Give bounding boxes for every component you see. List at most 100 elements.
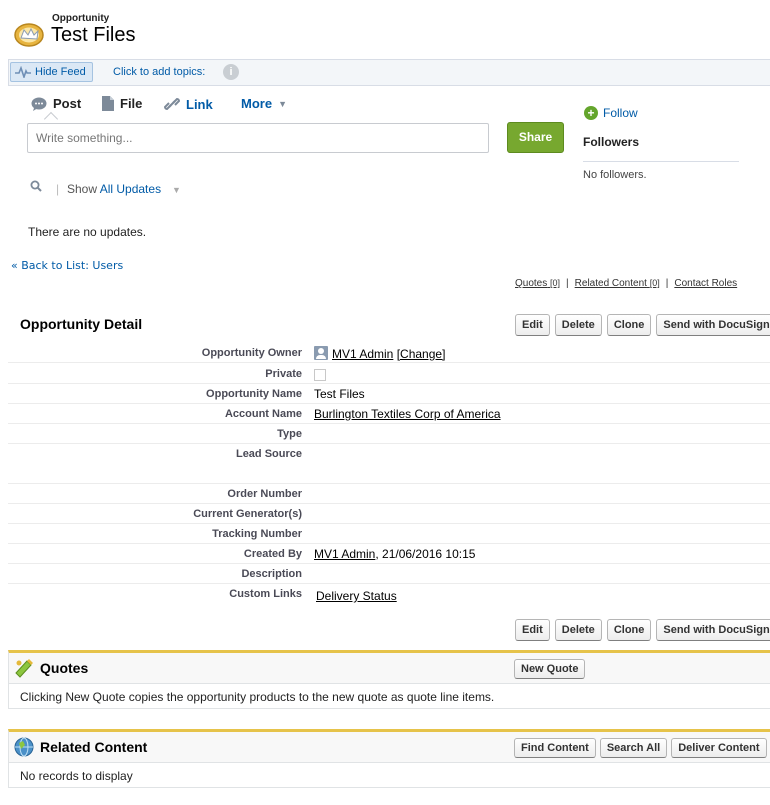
file-icon [102,96,114,111]
field-value: MV1 Admin [Change] [314,346,445,361]
tab-file-label: File [120,96,143,111]
related-list-title: Quotes [40,660,89,676]
related-list-message: No records to display [9,762,770,787]
quote-icon [15,659,33,678]
link-count: [0] [649,278,660,288]
field-description: Description [8,564,770,584]
hide-feed-button[interactable]: Hide Feed [10,62,93,82]
delete-button[interactable]: Delete [554,314,602,336]
related-content-list: Related Content Find Content Search All … [8,729,770,788]
post-input[interactable]: Write something... [27,123,489,153]
share-button[interactable]: Share [507,122,564,153]
related-list-toolbar: New Quote [514,659,586,679]
edit-button[interactable]: Edit [515,314,550,336]
divider [583,161,739,162]
field-value [314,367,326,384]
related-content-related-link[interactable]: Related Content [0] [575,278,660,289]
follow-button[interactable]: + Follow [584,106,638,120]
created-date: , 21/06/2016 10:15 [375,547,476,561]
delete-button[interactable]: Delete [554,619,602,641]
link-label: Contact Roles [674,278,738,289]
tab-link-label: Link [186,96,213,112]
owner-link[interactable]: MV1 Admin [332,347,393,361]
more-menu-label: More [241,96,273,111]
related-list-title: Related Content [40,739,148,755]
clone-button[interactable]: Clone [606,619,652,641]
field-created-by: Created By MV1 Admin, 21/06/2016 10:15 [8,544,770,564]
user-icon [314,346,328,360]
field-label: Opportunity Owner [201,347,302,359]
field-label: Description [241,568,302,580]
field-label: Type [277,428,302,440]
field-label: Custom Links [229,588,302,600]
object-type-label: Opportunity [52,13,110,24]
link-count: [0] [550,278,561,288]
back-to-list-link[interactable]: « Back to List: Users [11,259,123,272]
field-value: MV1 Admin, 21/06/2016 10:15 [314,547,475,561]
detail-toolbar-top: Edit Delete Clone Send with DocuSign D [515,314,770,336]
field-label: Order Number [227,488,302,500]
related-list-message: Clicking New Quote copies the opportunit… [9,683,770,708]
chevron-down-icon: ▼ [278,98,287,109]
delivery-status-link[interactable]: Delivery Status [316,589,397,603]
field-label: Tracking Number [212,528,302,540]
tab-link[interactable]: Link [164,96,213,112]
field-label: Private [265,368,302,380]
new-quote-button[interactable]: New Quote [514,659,586,679]
plus-icon: + [584,106,598,120]
show-label: Show [67,182,98,196]
related-list-links: Quotes [0] | Related Content [0] | Contact R… [515,278,738,289]
find-content-button[interactable]: Find Content [514,738,596,758]
opportunity-crown-icon [14,23,44,47]
tab-file[interactable]: File [102,96,142,111]
field-label: Lead Source [235,448,302,460]
more-menu[interactable]: More ▼ [241,96,287,111]
chat-bubble-icon [31,97,47,111]
quotes-related-link[interactable]: Quotes [0] [515,278,560,289]
field-type: Type [8,424,770,444]
link-icon [164,97,180,111]
field-opportunity-name: Opportunity Name Test Files [8,384,770,404]
field-lead-source: Lead Source [8,444,770,484]
field-label: Opportunity Name [206,388,302,400]
field-account-name: Account Name Burlington Textiles Corp of… [8,404,770,424]
section-title: Opportunity Detail [20,316,143,332]
field-opportunity-owner: Opportunity Owner MV1 Admin [Change] [8,343,770,363]
send-with-docusign-button[interactable]: Send with DocuSign [656,314,770,336]
related-list-toolbar: Find Content Search All Deliver Content [514,738,767,758]
hide-feed-label: Hide Feed [35,66,86,78]
search-icon[interactable] [30,180,42,192]
account-link[interactable]: Burlington Textiles Corp of America [314,407,501,421]
field-current-generators: Current Generator(s) [8,504,770,524]
send-with-docusign-button[interactable]: Send with DocuSign [656,619,770,641]
add-topics-link[interactable]: Click to add topics: [113,66,205,78]
quotes-related-list: Quotes New Quote Clicking New Quote copi… [8,650,770,709]
field-private: Private [8,364,770,384]
field-label: Created By [243,548,302,560]
info-icon[interactable]: i [223,64,239,80]
no-updates-text: There are no updates. [28,225,147,239]
chevron-down-icon[interactable]: ▼ [172,185,181,195]
related-list-header: Quotes New Quote [9,653,770,683]
link-label: Related Content [574,278,647,289]
tab-post[interactable]: Post [31,96,81,111]
no-followers-text: No followers. [583,169,647,181]
contact-roles-related-link[interactable]: Contact Roles [674,278,737,289]
change-owner-link[interactable]: [Change] [397,347,446,361]
content-globe-icon [14,737,34,757]
created-by-link[interactable]: MV1 Admin [314,547,375,561]
clone-button[interactable]: Clone [606,314,652,336]
field-value: Test Files [314,387,365,401]
field-custom-links: Custom Links Delivery Status [8,584,770,608]
tab-post-label: Post [53,96,82,111]
field-label: Current Generator(s) [193,508,302,520]
feed-filter-dropdown[interactable]: All Updates [100,182,161,196]
deliver-content-button[interactable]: Deliver Content [671,738,767,758]
field-value: Delivery Status [316,589,397,603]
field-value: Burlington Textiles Corp of America [314,407,501,421]
private-checkbox [314,369,326,381]
feed-filter: Show All Updates [67,182,161,196]
field-tracking-number: Tracking Number [8,524,770,544]
search-all-button[interactable]: Search All [599,738,668,758]
edit-button[interactable]: Edit [515,619,550,641]
